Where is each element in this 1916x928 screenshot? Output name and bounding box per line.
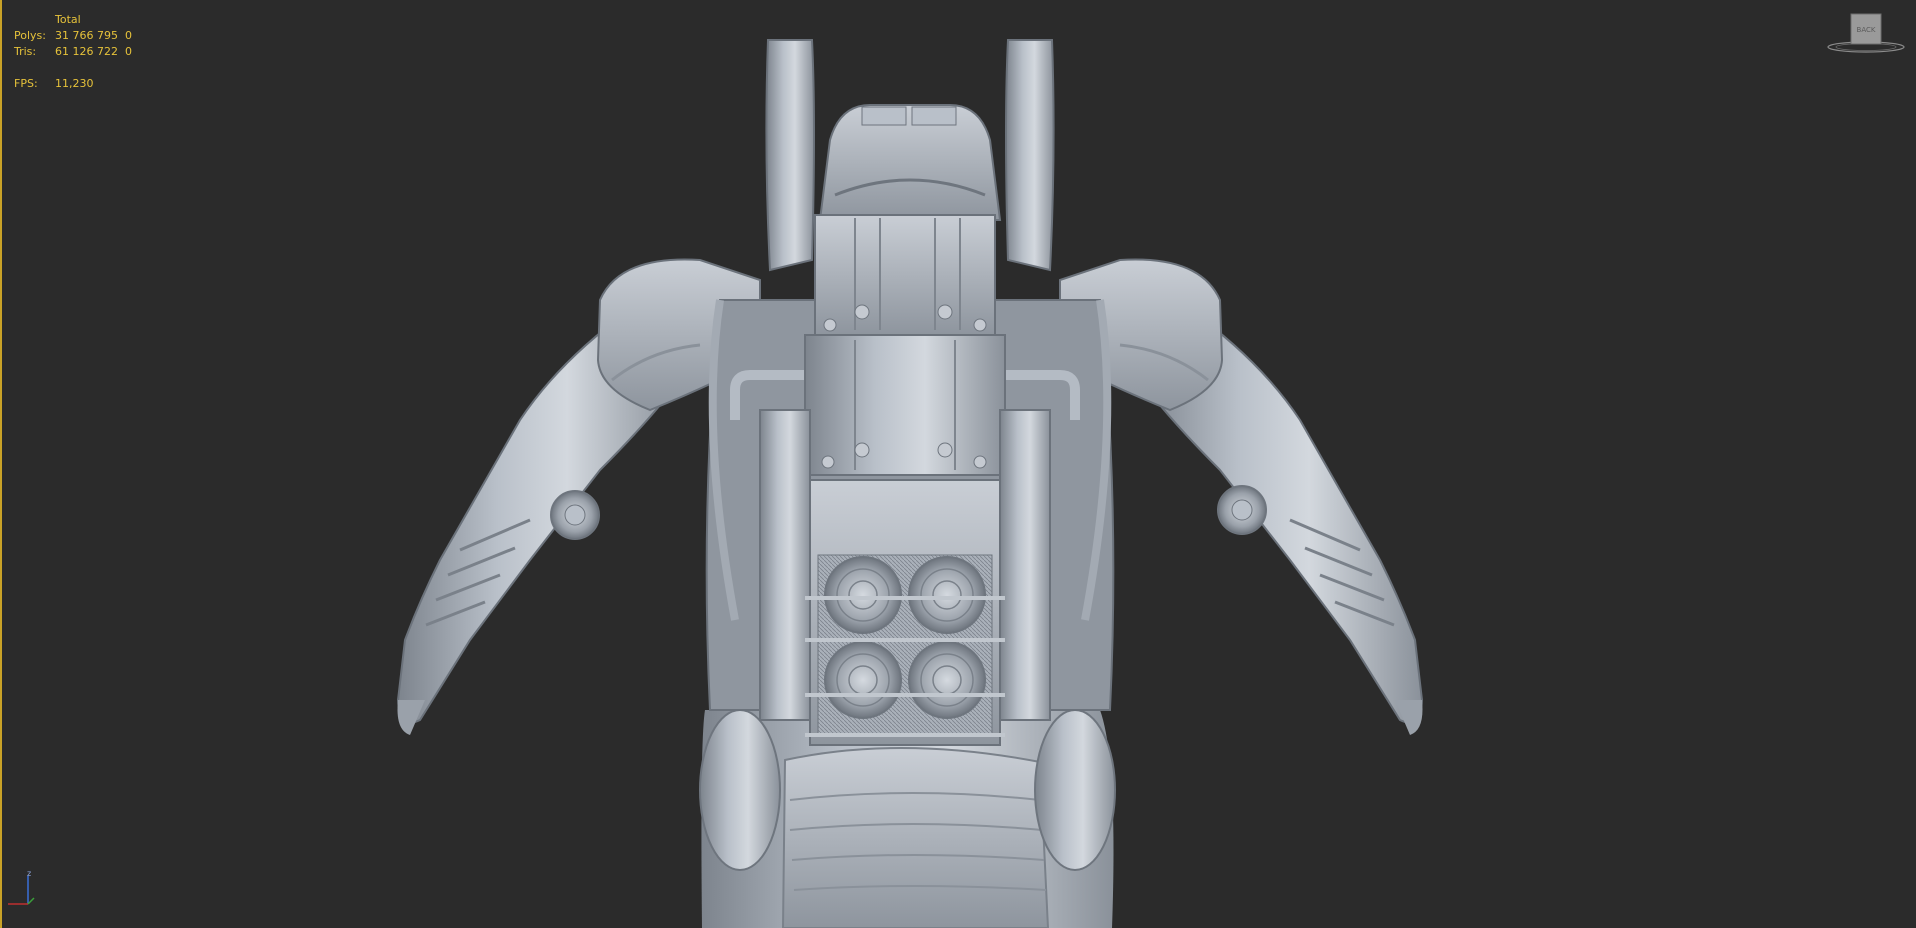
left-hip-pod [699,709,781,871]
tris-selected: 0 [125,45,132,58]
right-housing [999,409,1051,721]
axis-z-label: z [27,869,31,878]
axis-tripod-icon: z [8,869,35,905]
power-armor-model[interactable] [0,0,1916,928]
fps-value: 11,230 [55,77,94,90]
tris-label: Tris: [14,45,37,58]
left-housing [759,409,811,721]
fps-label: FPS: [14,77,38,90]
right-hip-pod [1034,709,1116,871]
helmet [818,104,1002,221]
viewcube-face-label: BACK [1857,26,1876,34]
left-upright [765,39,815,272]
right-upright [1005,39,1055,272]
polys-selected: 0 [125,29,132,42]
3d-viewport[interactable]: Total Polys: 31 766 795 0 Tris: 61 126 7… [0,0,1916,928]
backpack-top-panel [814,214,996,336]
back-plate-lower [781,746,1050,928]
stats-header: Total [55,13,81,26]
polys-total: 31 766 795 [55,29,118,42]
viewcube-icon[interactable]: BACK [1826,10,1906,55]
polys-label: Polys: [14,29,46,42]
backpack-mid-section [804,334,1006,476]
tris-total: 61 126 722 [55,45,118,58]
